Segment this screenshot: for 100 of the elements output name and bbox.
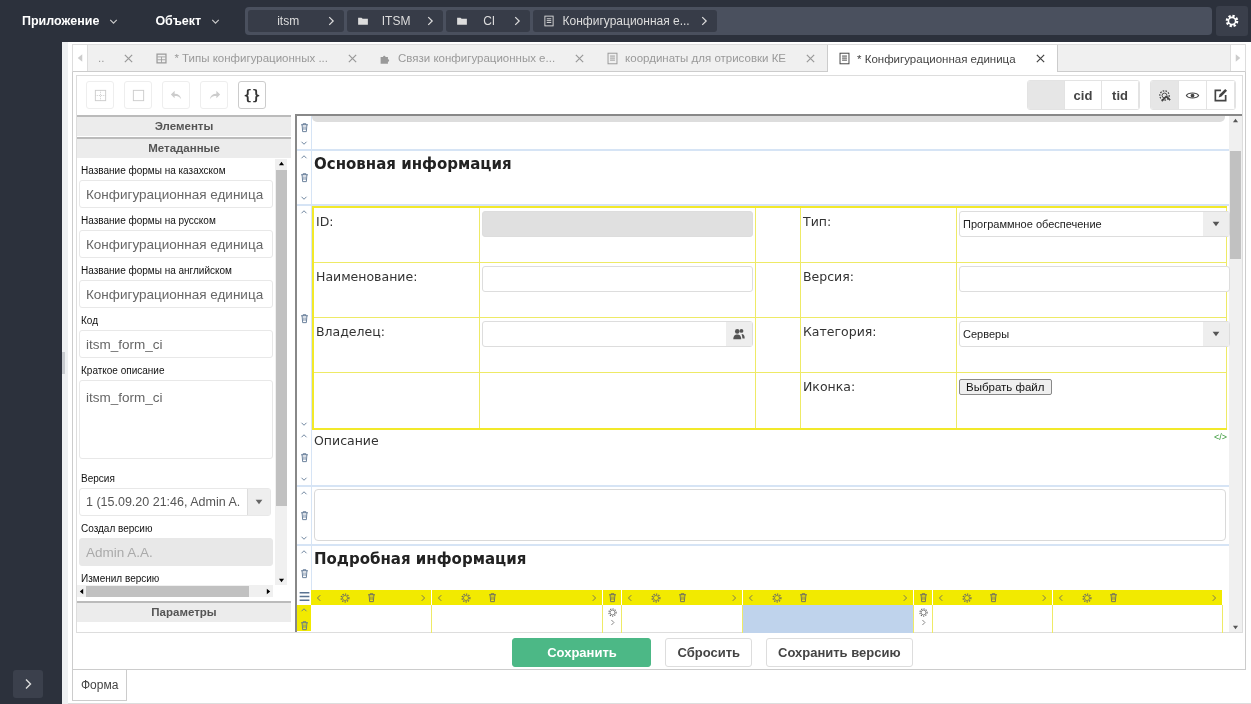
column-cell[interactable] <box>743 605 914 633</box>
chevron-right-icon[interactable] <box>729 592 739 603</box>
scrollbar-thumb[interactable] <box>275 170 287 506</box>
scroll-up-icon <box>1231 116 1240 125</box>
action-button[interactable]: Сохранить версию <box>766 637 913 667</box>
users-icon[interactable] <box>732 327 746 341</box>
section-header[interactable]: Параметры <box>77 601 291 622</box>
field-label: Наименование: <box>316 269 418 284</box>
scrollbar-thumb[interactable] <box>86 585 249 597</box>
scroll-left-button[interactable] <box>73 45 88 71</box>
trash-icon[interactable] <box>298 172 310 183</box>
trash-icon[interactable] <box>298 452 310 463</box>
scroll-right-icon <box>264 586 273 596</box>
scrollbar[interactable] <box>1229 116 1242 632</box>
section-heading: Основная информация <box>314 155 513 173</box>
field-label: Название формы на казахском <box>81 165 227 176</box>
settings-button[interactable] <box>1216 6 1248 36</box>
breadcrumb-item[interactable]: itsm <box>248 10 345 32</box>
chevron-right-icon[interactable] <box>418 592 428 603</box>
code-toggle[interactable]: </> <box>1214 432 1227 442</box>
text-field[interactable]: Конфигурационная единица <box>79 180 273 208</box>
settings-icon[interactable] <box>460 591 472 604</box>
mode-button[interactable] <box>1151 81 1179 109</box>
text-field[interactable] <box>482 321 753 347</box>
dropdown[interactable]: 1 (15.09.20 21:46, Admin A. <box>79 488 271 516</box>
edit-icon <box>1213 87 1228 103</box>
action-button[interactable]: Сбросить <box>665 637 752 667</box>
trash-icon[interactable] <box>298 567 310 579</box>
breadcrumb-item[interactable]: Конфигурационная е... <box>533 10 718 32</box>
chevron-right-icon[interactable] <box>589 592 599 603</box>
field-label: Версия <box>81 473 116 484</box>
section-header[interactable]: Элементы <box>77 115 291 136</box>
trash-icon[interactable] <box>798 592 809 603</box>
field-label: Версия: <box>803 269 854 284</box>
scrollbar-thumb[interactable] <box>1230 151 1241 259</box>
dropdown[interactable]: Программное обеспечение <box>959 211 1230 237</box>
trash-icon[interactable] <box>366 592 377 603</box>
settings-icon[interactable] <box>917 607 929 618</box>
text-field[interactable]: Конфигурационная единица <box>79 230 273 258</box>
trash-icon[interactable] <box>1108 592 1119 603</box>
scroll-down-icon <box>276 576 286 585</box>
chevron-left-icon[interactable] <box>746 592 756 603</box>
wrench-gear-icon <box>1157 87 1172 103</box>
settings-icon[interactable] <box>606 607 618 618</box>
trash-icon[interactable] <box>606 592 618 603</box>
chevron-right-icon[interactable] <box>1209 592 1219 603</box>
tab[interactable]: Форма <box>72 670 128 701</box>
chevron-right-icon[interactable] <box>1039 592 1049 603</box>
chevron-right-icon[interactable] <box>900 592 910 603</box>
scrollbar[interactable] <box>77 585 273 597</box>
field-label: Иконка: <box>803 379 856 394</box>
tab[interactable]: * Конфигурационная единица <box>827 45 1058 72</box>
menu-button[interactable]: Приложение <box>22 14 121 28</box>
field-label: Тип: <box>803 214 832 229</box>
scroll-right-button[interactable] <box>1230 45 1245 71</box>
field-label: Владелец: <box>316 324 385 339</box>
toggle-button[interactable] <box>1028 81 1065 109</box>
field-label: Создал версию <box>81 523 154 534</box>
settings-icon[interactable] <box>650 591 662 604</box>
trash-icon[interactable] <box>487 592 498 603</box>
text-field[interactable]: itsm_form_ci <box>79 330 273 358</box>
trash-icon[interactable] <box>298 620 310 631</box>
document-icon <box>543 15 556 27</box>
field-label: Название формы на английском <box>81 265 233 276</box>
settings-icon[interactable] <box>961 591 973 604</box>
text-field[interactable] <box>959 266 1230 292</box>
tool-button[interactable]: {} <box>238 81 266 109</box>
row-handle[interactable] <box>297 605 311 631</box>
resize-handle[interactable] <box>62 352 65 374</box>
text-field[interactable]: Конфигурационная единица <box>79 280 273 308</box>
trash-icon[interactable] <box>988 592 999 603</box>
trash-icon[interactable] <box>677 592 688 603</box>
text-field[interactable] <box>482 266 753 292</box>
menu-button[interactable]: Объект <box>155 14 223 28</box>
settings-icon[interactable] <box>339 591 351 604</box>
trash-icon[interactable] <box>298 122 310 133</box>
field-label: Название формы на русском <box>81 215 217 226</box>
trash-icon[interactable] <box>298 312 310 324</box>
breadcrumb-item[interactable]: CI <box>446 10 531 32</box>
settings-icon[interactable] <box>771 591 783 604</box>
chevron-left-icon[interactable] <box>435 592 445 603</box>
folder-icon <box>357 15 370 27</box>
section-header[interactable]: Метаданные <box>77 137 291 158</box>
scrollbar[interactable] <box>275 159 287 585</box>
breadcrumb-item[interactable]: ITSM <box>347 10 444 32</box>
text-area[interactable]: itsm_form_ci <box>79 380 273 459</box>
menu-icon[interactable] <box>297 590 311 603</box>
chevron-left-icon[interactable] <box>936 592 946 603</box>
settings-icon[interactable] <box>1081 591 1093 604</box>
field-label: Категория: <box>803 324 877 339</box>
document-icon <box>838 52 852 65</box>
chevron-left-icon[interactable] <box>314 592 324 603</box>
expand-button[interactable] <box>13 670 43 698</box>
grid-icon <box>92 87 108 103</box>
file-button[interactable]: Выбрать файл <box>959 379 1052 395</box>
trash-icon[interactable] <box>917 592 929 603</box>
chevron-left-icon[interactable] <box>1056 592 1066 603</box>
chevron-left-icon[interactable] <box>625 592 635 603</box>
dropdown[interactable]: Серверы <box>959 321 1230 347</box>
trash-icon[interactable] <box>298 510 310 521</box>
